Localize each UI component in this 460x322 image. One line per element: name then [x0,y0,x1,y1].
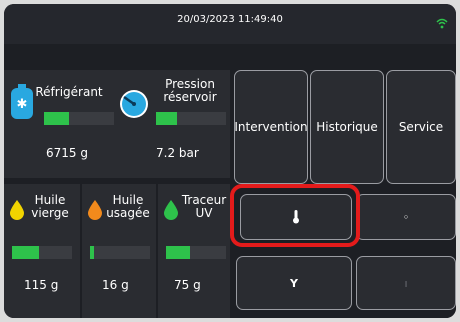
datetime: 20/03/2023 11:49:40 [177,14,283,25]
filter-icon: Y [290,276,298,290]
historique-button[interactable]: Historique [310,70,384,184]
status-bar: 20/03/2023 11:49:40 [4,4,456,44]
pressure-gauge-icon [120,90,148,118]
oil-drop-yellow-icon [10,200,24,220]
filter-tool-button[interactable]: Y [236,256,352,310]
service-button[interactable]: Service [386,70,456,184]
info-icon: ı [404,276,408,290]
wifi-icon [436,18,448,29]
used-oil-level-bar [90,246,150,259]
uv-tracer-value: 75 g [174,278,201,292]
virgin-oil-level-bar [12,246,72,259]
tank-pressure-level-bar [156,112,226,125]
refrigerant-panel: ✱ Réfrigérant 6715 g Pression réservoir … [4,70,230,178]
virgin-oil-value: 115 g [24,278,59,292]
uv-tracer-level-bar [166,246,226,259]
used-oil-label-2: usagée [106,206,150,220]
settings-icon: ◦ [402,210,410,224]
refrigerant-label: Réfrigérant [35,85,103,99]
used-oil-panel: Huile usagée 16 g [82,184,156,318]
oil-drop-green-icon [164,200,178,220]
used-oil-value: 16 g [102,278,129,292]
gas-bottle-icon: ✱ [11,84,33,119]
virgin-oil-label-2: vierge [31,206,69,220]
svg-text:✱: ✱ [17,97,28,112]
info-tool-button[interactable]: ı [356,256,456,310]
tank-pressure-label-2: réservoir [163,90,217,104]
tank-pressure-value: 7.2 bar [156,146,199,160]
settings-tool-button[interactable]: ◦ [356,194,456,240]
selection-highlight [230,184,360,247]
oil-drop-orange-icon [88,200,102,220]
uv-tracer-label-2: UV [195,206,213,220]
uv-tracer-panel: Traceur UV 75 g [158,184,230,318]
refrigerant-value: 6715 g [46,146,88,160]
intervention-button[interactable]: Intervention [234,70,308,184]
virgin-oil-panel: Huile vierge 115 g [4,184,80,318]
refrigerant-level-bar [44,112,114,125]
device-screen: 20/03/2023 11:49:40 ✱ Réfrigérant 6715 g… [4,4,456,318]
